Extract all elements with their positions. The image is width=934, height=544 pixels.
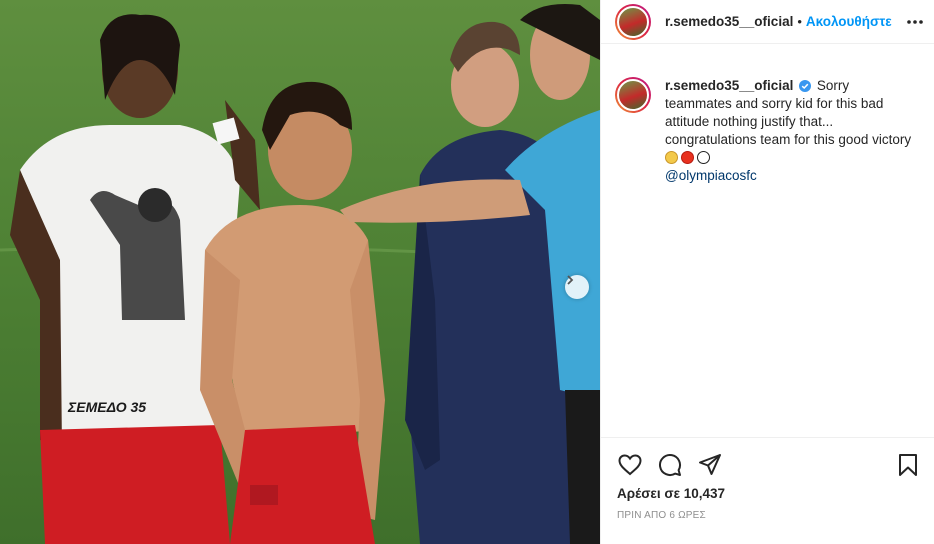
- photo-illustration: ΣΕΜΕΔΟ 35: [0, 4, 600, 544]
- like-count[interactable]: Αρέσει σε 10,437: [617, 486, 725, 501]
- post-caption: r.semedo35__oficial Sorry teammates and …: [615, 77, 925, 185]
- caption-body: r.semedo35__oficial Sorry teammates and …: [665, 77, 919, 185]
- next-photo-button[interactable]: [565, 275, 589, 299]
- red-circle-icon: [681, 151, 694, 164]
- post-timestamp[interactable]: ΠΡΙΝ ΑΠΟ 6 ΩΡΕΣ: [617, 510, 706, 521]
- heart-icon: [618, 454, 642, 476]
- comment-icon: [659, 454, 681, 476]
- save-button[interactable]: [895, 452, 921, 478]
- author-username[interactable]: r.semedo35__oficial: [665, 14, 793, 29]
- follow-button[interactable]: Ακολουθήστε: [806, 14, 892, 29]
- disappointed-face-icon: [665, 151, 678, 164]
- caption-avatar[interactable]: [615, 77, 651, 113]
- more-options-button[interactable]: [905, 12, 925, 32]
- post-side-panel: r.semedo35__oficial • Ακολουθήστε r.seme…: [600, 0, 934, 544]
- post-photo[interactable]: ΣΕΜΕΔΟ 35: [0, 0, 600, 544]
- author-avatar[interactable]: [615, 3, 651, 40]
- shirt-print: ΣΕΜΕΔΟ 35: [67, 399, 146, 415]
- comment-button[interactable]: [657, 452, 683, 478]
- action-bar: [617, 452, 737, 478]
- caption-username[interactable]: r.semedo35__oficial: [665, 78, 793, 93]
- post-header: r.semedo35__oficial • Ακολουθήστε: [601, 0, 934, 44]
- bookmark-icon: [899, 454, 917, 476]
- caption-mention-link[interactable]: @olympiacosfc: [665, 167, 919, 185]
- chevron-right-icon: [567, 275, 574, 285]
- verified-badge-icon: [799, 80, 812, 92]
- separator-dot: •: [797, 14, 802, 29]
- like-button[interactable]: [617, 452, 643, 478]
- send-icon: [699, 454, 721, 475]
- share-button[interactable]: [697, 452, 723, 478]
- more-horizontal-icon: [907, 20, 923, 24]
- white-circle-icon: [697, 151, 710, 164]
- post-actions-area: Αρέσει σε 10,437 ΠΡΙΝ ΑΠΟ 6 ΩΡΕΣ: [601, 437, 934, 544]
